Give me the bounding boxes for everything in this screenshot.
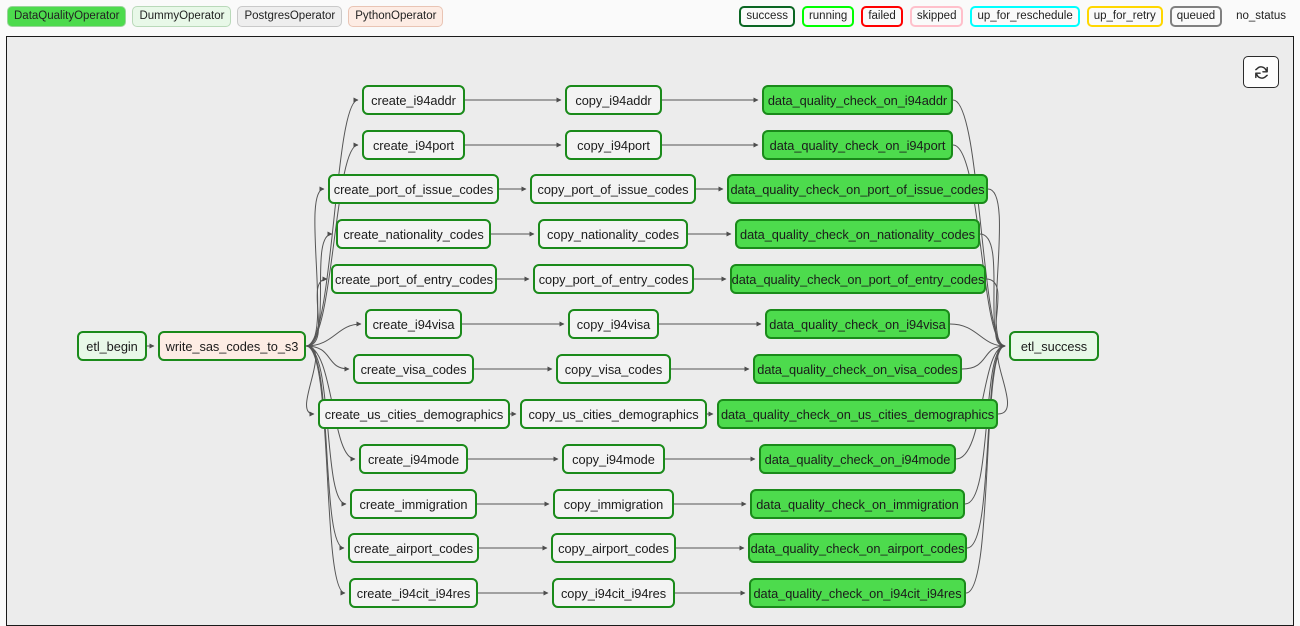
status-legend-tag: no_status xyxy=(1229,6,1293,27)
dag-node[interactable]: write_sas_codes_to_s3 xyxy=(158,331,306,361)
dag-node[interactable]: create_i94addr xyxy=(362,85,465,115)
dag-node[interactable]: create_i94cit_i94res xyxy=(349,578,478,608)
dag-node[interactable]: copy_i94addr xyxy=(565,85,662,115)
status-legend-tag: running xyxy=(801,6,855,27)
dag-graph-canvas[interactable]: etl_begin write_sas_codes_to_s3 create_i94… xyxy=(6,36,1294,626)
dag-node[interactable]: data_quality_check_on_us_cities_demograp… xyxy=(717,399,998,429)
dag-node[interactable]: create_port_of_issue_codes xyxy=(328,174,499,204)
dag-node[interactable]: create_nationality_codes xyxy=(336,219,491,249)
status-legend-tag: success xyxy=(739,6,795,27)
status-legend-tag: up_for_reschedule xyxy=(970,6,1080,27)
dag-node[interactable]: etl_begin xyxy=(77,331,147,361)
dag-edge xyxy=(305,345,350,372)
dag-node[interactable]: data_quality_check_on_i94cit_i94res xyxy=(749,578,966,608)
dag-node[interactable]: create_us_cities_demographics xyxy=(318,399,510,429)
dag-edge xyxy=(987,188,1006,349)
status-legend-tag: up_for_retry xyxy=(1086,6,1163,27)
status-legend-tag: failed xyxy=(861,6,903,27)
dag-edge xyxy=(305,321,362,347)
dag-node[interactable]: copy_i94mode xyxy=(562,444,665,474)
dag-node[interactable]: copy_us_cities_demographics xyxy=(520,399,707,429)
dag-node[interactable]: copy_nationality_codes xyxy=(538,219,688,249)
dag-node[interactable]: copy_i94cit_i94res xyxy=(552,578,675,608)
operator-legend: DataQualityOperator DummyOperator Postgres… xyxy=(7,6,444,27)
operator-legend-tag: DummyOperator xyxy=(132,6,232,27)
refresh-icon[interactable] xyxy=(1243,56,1279,88)
dag-node[interactable]: create_port_of_entry_codes xyxy=(331,264,497,294)
dag-node[interactable]: create_i94visa xyxy=(365,309,462,339)
dag-node[interactable]: copy_i94visa xyxy=(568,309,659,339)
dag-node[interactable]: copy_port_of_issue_codes xyxy=(530,174,696,204)
dag-edge xyxy=(966,343,1006,549)
operator-legend-tag: PythonOperator xyxy=(348,6,444,27)
dag-node[interactable]: create_airport_codes xyxy=(348,533,479,563)
dag-edge xyxy=(965,343,1006,594)
dag-node[interactable]: data_quality_check_on_immigration xyxy=(750,489,965,519)
dag-edge xyxy=(985,278,1006,349)
status-legend: success running failed skipped up_for_resche… xyxy=(739,6,1293,27)
dag-graph-inner: etl_begin write_sas_codes_to_s3 create_i94… xyxy=(7,37,1293,625)
dag-node[interactable]: create_i94mode xyxy=(359,444,468,474)
dag-node[interactable]: data_quality_check_on_i94port xyxy=(762,130,953,160)
dag-edge xyxy=(305,276,328,347)
status-legend-tag: skipped xyxy=(909,6,964,27)
dag-node[interactable]: data_quality_check_on_airport_codes xyxy=(748,533,967,563)
dag-node[interactable]: copy_airport_codes xyxy=(551,533,676,563)
dag-edge xyxy=(305,186,325,347)
dag-node[interactable]: create_i94port xyxy=(362,130,465,160)
dag-edge xyxy=(949,323,1006,349)
dag-edge xyxy=(305,345,346,596)
dag-node[interactable]: create_immigration xyxy=(350,489,477,519)
dag-edge xyxy=(305,231,333,347)
legend-bar: DataQualityOperator DummyOperator Postgres… xyxy=(0,0,1300,29)
operator-legend-tag: PostgresOperator xyxy=(237,6,343,27)
dag-node[interactable]: copy_immigration xyxy=(553,489,674,519)
dag-node[interactable]: copy_i94port xyxy=(565,130,662,160)
dag-node[interactable]: copy_port_of_entry_codes xyxy=(533,264,694,294)
dag-node[interactable]: data_quality_check_on_i94mode xyxy=(759,444,956,474)
dag-edge xyxy=(997,343,1009,415)
dag-node[interactable]: data_quality_check_on_visa_codes xyxy=(753,354,962,384)
dag-node[interactable]: data_quality_check_on_i94addr xyxy=(762,85,953,115)
dag-node[interactable]: create_visa_codes xyxy=(353,354,474,384)
dag-edge xyxy=(961,343,1006,370)
dag-node[interactable]: data_quality_check_on_port_of_entry_code… xyxy=(730,264,986,294)
dag-node[interactable]: etl_success xyxy=(1009,331,1099,361)
dag-node[interactable]: data_quality_check_on_i94visa xyxy=(765,309,950,339)
status-legend-tag: queued xyxy=(1169,6,1223,27)
dag-node[interactable]: data_quality_check_on_port_of_issue_code… xyxy=(727,174,988,204)
dag-edge xyxy=(305,345,317,417)
dag-node[interactable]: data_quality_check_on_nationality_codes xyxy=(735,219,980,249)
dag-edge xyxy=(305,345,345,551)
dag-node[interactable]: copy_visa_codes xyxy=(556,354,671,384)
operator-legend-tag: DataQualityOperator xyxy=(7,6,127,27)
